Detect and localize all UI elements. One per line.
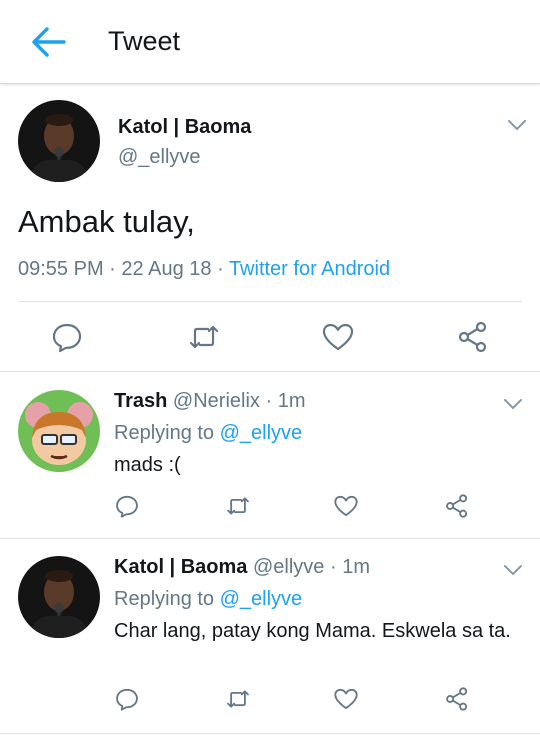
reply-icon: [52, 323, 82, 353]
retweet-button[interactable]: [225, 686, 251, 712]
mention-link[interactable]: @_ellyve: [220, 422, 303, 444]
retweet-button[interactable]: [187, 320, 221, 354]
avatar-image: [18, 390, 100, 472]
page-title: Tweet: [108, 26, 181, 56]
replying-to: Replying to @_ellyve: [114, 588, 302, 611]
share-button[interactable]: [456, 320, 490, 354]
reply-icon: [116, 688, 138, 711]
share-icon: [458, 321, 487, 353]
reply-button[interactable]: [50, 320, 84, 354]
reply-header: Trash @Nerielix · 1m: [114, 390, 306, 413]
tweet-text: Ambak tulay,: [18, 204, 195, 239]
section-divider: [0, 538, 540, 539]
divider: [18, 301, 522, 302]
avatar[interactable]: [18, 556, 100, 638]
avatar[interactable]: [18, 100, 100, 182]
tweet-source-link[interactable]: Twitter for Android: [229, 258, 390, 280]
replying-label: Replying to: [114, 588, 215, 610]
like-button[interactable]: [321, 320, 355, 354]
meta-separator: ·: [109, 258, 116, 280]
retweet-icon: [189, 325, 219, 349]
avatar-image: [18, 100, 100, 182]
retweet-icon: [227, 497, 249, 515]
author-handle[interactable]: @Nerielix: [173, 390, 260, 412]
share-button[interactable]: [444, 493, 470, 519]
like-icon: [322, 323, 354, 351]
tweet-time: 1m: [277, 390, 306, 412]
mention-link[interactable]: @_ellyve: [220, 588, 303, 610]
tweet-menu-button[interactable]: [502, 397, 524, 411]
reply-text: mads :(: [114, 454, 181, 476]
retweet-button[interactable]: [225, 493, 251, 519]
author-name[interactable]: Katol | Baoma: [118, 116, 251, 139]
chevron-down-icon: [508, 120, 526, 131]
share-button[interactable]: [444, 686, 470, 712]
avatar-image: [18, 556, 100, 638]
author-handle[interactable]: @_ellyve: [118, 146, 201, 169]
tweet-meta: 09:55 PM · 22 Aug 18 · Twitter for Andro…: [18, 258, 390, 281]
chevron-down-icon: [504, 399, 522, 410]
replying-label: Replying to: [114, 422, 215, 444]
replying-to: Replying to @_ellyve: [114, 422, 302, 445]
chevron-down-icon: [504, 565, 522, 576]
section-divider: [0, 733, 540, 734]
author-name[interactable]: Trash: [114, 390, 167, 412]
like-button[interactable]: [333, 686, 359, 712]
tweet-time: 09:55 PM: [18, 258, 104, 280]
back-button[interactable]: [28, 24, 68, 60]
top-bar: Tweet: [0, 0, 540, 84]
share-icon: [446, 687, 468, 711]
reply-text: Char lang, patay kong Mama. Eskwela sa t…: [114, 620, 511, 642]
reply-button[interactable]: [114, 493, 140, 519]
tweet-date: 22 Aug 18: [121, 258, 212, 280]
reply-icon: [116, 495, 138, 518]
like-icon: [334, 495, 358, 517]
section-divider: [0, 371, 540, 372]
reply-button[interactable]: [114, 686, 140, 712]
avatar[interactable]: [18, 390, 100, 472]
meta-separator: ·: [217, 258, 224, 280]
author-handle[interactable]: @ellyve: [253, 556, 324, 578]
tweet-menu-button[interactable]: [506, 118, 528, 132]
like-icon: [334, 688, 358, 710]
tweet-menu-button[interactable]: [502, 563, 524, 577]
retweet-icon: [227, 690, 249, 708]
arrow-left-icon: [32, 27, 66, 57]
tweet-time: 1m: [342, 556, 370, 578]
meta-separator: ·: [265, 390, 273, 412]
meta-separator: ·: [329, 556, 337, 578]
reply-header: Katol | Baoma @ellyve · 1m: [114, 556, 370, 579]
share-icon: [446, 494, 468, 518]
author-name[interactable]: Katol | Baoma: [114, 556, 247, 578]
like-button[interactable]: [333, 493, 359, 519]
